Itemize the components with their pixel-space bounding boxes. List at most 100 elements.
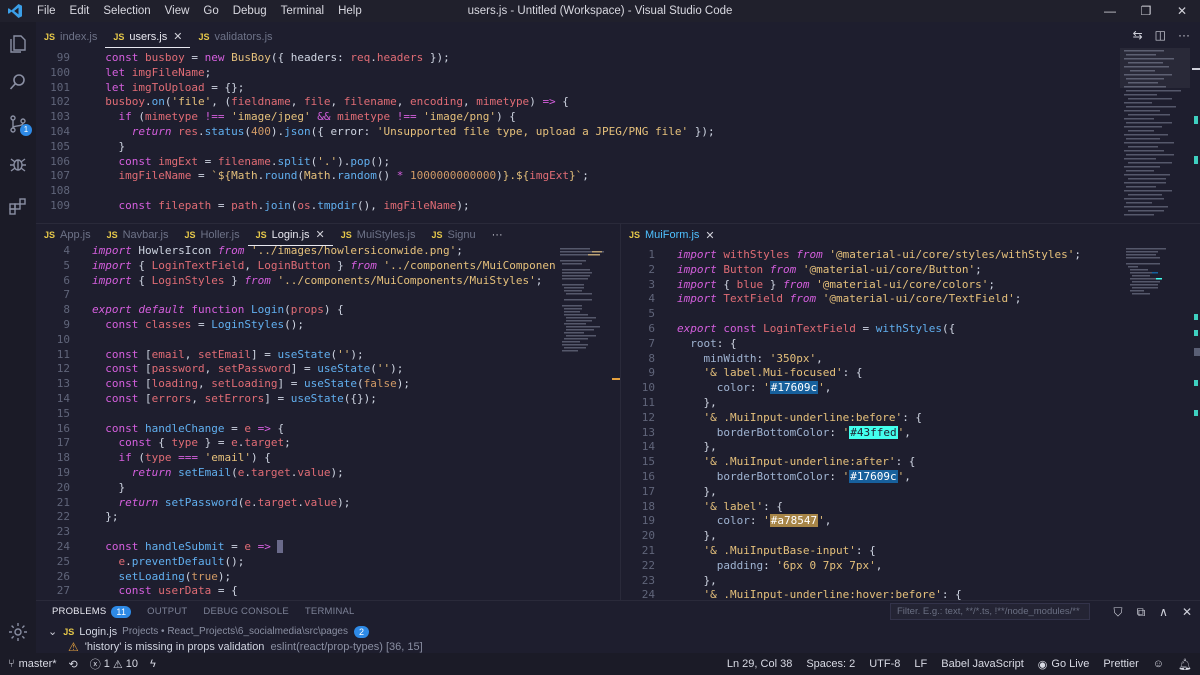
code-line[interactable]: 6 export const LoginTextField = withStyle… [621,322,1121,337]
code-line[interactable]: 17 const { type } = e.target; [36,436,556,451]
cursor-position[interactable]: Ln 29, Col 38 [727,658,792,670]
code-line[interactable]: 99 const busboy = new BusBoy({ headers: … [36,51,1116,66]
split-editor-icon[interactable]: ◫ [1155,28,1166,42]
language-mode[interactable]: Babel JavaScript [941,658,1024,670]
branch-indicator[interactable]: ⑂ master* [8,658,57,670]
code-line[interactable]: 107 imgFileName = `${Math.round(Math.ran… [36,169,1116,184]
tab-navbar-js[interactable]: JS Navbar.js [99,224,177,246]
code-line[interactable]: 6 import { LoginStyles } from '../compone… [36,274,556,289]
minimize-icon[interactable]: — [1092,0,1128,22]
left-editor-code[interactable]: 4 import HowlersIcon from '../images/howl… [36,244,556,600]
tab-signup-js[interactable]: JS Signu [423,224,483,246]
code-line[interactable]: 19 color: '#a78547', [621,514,1121,529]
code-line[interactable]: 108 [36,184,1116,199]
menu-file[interactable]: File [30,0,63,22]
collapse-all-icon[interactable]: ⧉ [1137,601,1146,623]
code-line[interactable]: 101 let imgToUpload = {}; [36,81,1116,96]
code-line[interactable]: 10 [36,333,556,348]
go-live-button[interactable]: ◉ Go Live [1038,658,1090,671]
close-panel-icon[interactable]: ✕ [1182,601,1192,623]
code-line[interactable]: 12 const [password, setPassword] = useSt… [36,362,556,377]
menu-debug[interactable]: Debug [226,0,274,22]
menu-edit[interactable]: Edit [63,0,97,22]
top-minimap[interactable] [1120,48,1190,220]
code-line[interactable]: 22 }; [36,510,556,525]
code-line[interactable]: 13 borderBottomColor: '#43ffed', [621,425,1121,441]
code-line[interactable]: 10 color: '#17609c', [621,381,1121,396]
prettier-status[interactable]: Prettier [1103,658,1138,670]
problems-filter-input[interactable]: Filter. E.g.: text, **/*.ts, !**/node_mo… [890,603,1090,620]
menu-terminal[interactable]: Terminal [274,0,331,22]
notifications-bell-icon[interactable]: 🔔︎ [1178,658,1192,671]
tab-output[interactable]: OUTPUT [147,606,187,617]
tab-validators-js[interactable]: JS validators.js [190,26,280,48]
menu-view[interactable]: View [158,0,197,22]
menu-selection[interactable]: Selection [96,0,157,22]
right-editor-code[interactable]: 1 import withStyles from '@material-ui/co… [621,248,1121,600]
menu-help[interactable]: Help [331,0,369,22]
code-line[interactable]: 26 setLoading(true); [36,570,556,585]
code-line[interactable]: 4 import TextField from '@material-ui/cor… [621,292,1121,307]
code-line[interactable]: 11 const [email, setEmail] = useState(''… [36,348,556,363]
code-line[interactable]: 25 e.preventDefault(); [36,555,556,570]
code-line[interactable]: 7 root: { [621,337,1121,352]
line-ending[interactable]: LF [914,658,927,670]
menu-go[interactable]: Go [196,0,225,22]
code-line[interactable]: 14 }, [621,440,1121,455]
more-actions-icon[interactable]: ··· [1178,28,1190,42]
files-icon[interactable] [0,26,36,62]
code-line[interactable]: 4 import HowlersIcon from '../images/howl… [36,244,556,259]
code-line[interactable]: 105 } [36,140,1116,155]
code-line[interactable]: 3 import { blue } from '@material-ui/core… [621,278,1121,293]
code-line[interactable]: 18 if (type === 'email') { [36,451,556,466]
tab-terminal[interactable]: TERMINAL [305,606,355,617]
compare-icon[interactable]: ⇆ [1133,28,1143,42]
problem-file-row[interactable]: ⌄ JS Login.js Projects • React_Projects\… [48,625,369,638]
code-line[interactable]: 21 '& .MuiInputBase-input': { [621,544,1121,559]
code-line[interactable]: 24 const handleSubmit = e => [36,540,556,555]
tab-problems[interactable]: PROBLEMS 11 [52,605,132,618]
code-line[interactable]: 20 }, [621,529,1121,544]
code-line[interactable]: 15 '& .MuiInput-underline:after': { [621,455,1121,470]
code-line[interactable]: 21 return setPassword(e.target.value); [36,496,556,511]
tab-muiform-js[interactable]: JS MuiForm.js ✕ [621,224,723,246]
code-line[interactable]: 2 import Button from '@material-ui/core/B… [621,263,1121,278]
code-line[interactable]: 17 }, [621,485,1121,500]
code-line[interactable]: 11 }, [621,396,1121,411]
code-line[interactable]: 106 const imgExt = filename.split('.').p… [36,155,1116,170]
code-line[interactable]: 109 const filepath = path.join(os.tmpdir… [36,199,1116,214]
code-line[interactable]: 18 '& label': { [621,500,1121,515]
code-line[interactable]: 100 let imgFileName; [36,66,1116,81]
code-line[interactable]: 9 const classes = LoginStyles(); [36,318,556,333]
code-line[interactable]: 27 const userData = { [36,584,556,599]
code-line[interactable]: 1 import withStyles from '@material-ui/co… [621,248,1121,263]
right-minimap[interactable] [1124,246,1184,298]
code-line[interactable]: 16 borderBottomColor: '#17609c', [621,469,1121,485]
code-line[interactable]: 102 busboy.on('file', (fieldname, file, … [36,95,1116,110]
restore-icon[interactable]: ❐ [1128,0,1164,22]
maximize-panel-icon[interactable]: ∧ [1159,601,1168,623]
tab-index-js[interactable]: JS index.js [36,26,105,48]
code-line[interactable]: 104 return res.status(400).json({ error:… [36,125,1116,140]
code-line[interactable]: 14 const [errors, setErrors] = useState(… [36,392,556,407]
code-line[interactable]: 13 const [loading, setLoading] = useStat… [36,377,556,392]
code-line[interactable]: 23 }, [621,574,1121,589]
tab-login-js[interactable]: JS Login.js ✕ [247,224,333,246]
feedback-smiley-icon[interactable]: ☺ [1153,658,1164,670]
code-line[interactable]: 24 '& .MuiInput-underline:hover:before':… [621,588,1121,600]
left-minimap[interactable] [558,246,610,356]
code-line[interactable]: 22 padding: '6px 0 7px 7px', [621,559,1121,574]
lightning-icon[interactable]: ϟ [150,658,156,670]
code-line[interactable]: 5 [621,307,1121,322]
tab-debug-console[interactable]: DEBUG CONSOLE [203,606,288,617]
code-line[interactable]: 19 return setEmail(e.target.value); [36,466,556,481]
tab-app-js[interactable]: JS App.js [36,224,99,246]
code-line[interactable]: 7 [36,288,556,303]
top-editor-code[interactable]: 99 const busboy = new BusBoy({ headers: … [36,51,1116,223]
encoding[interactable]: UTF-8 [869,658,900,670]
code-line[interactable]: 8 export default function Login(props) { [36,303,556,318]
indentation[interactable]: Spaces: 2 [806,658,855,670]
code-line[interactable]: 12 '& .MuiInput-underline:before': { [621,411,1121,426]
problems-indicator[interactable]: ⓧ 1 ⚠ 10 [90,656,138,672]
code-line[interactable]: 15 [36,407,556,422]
